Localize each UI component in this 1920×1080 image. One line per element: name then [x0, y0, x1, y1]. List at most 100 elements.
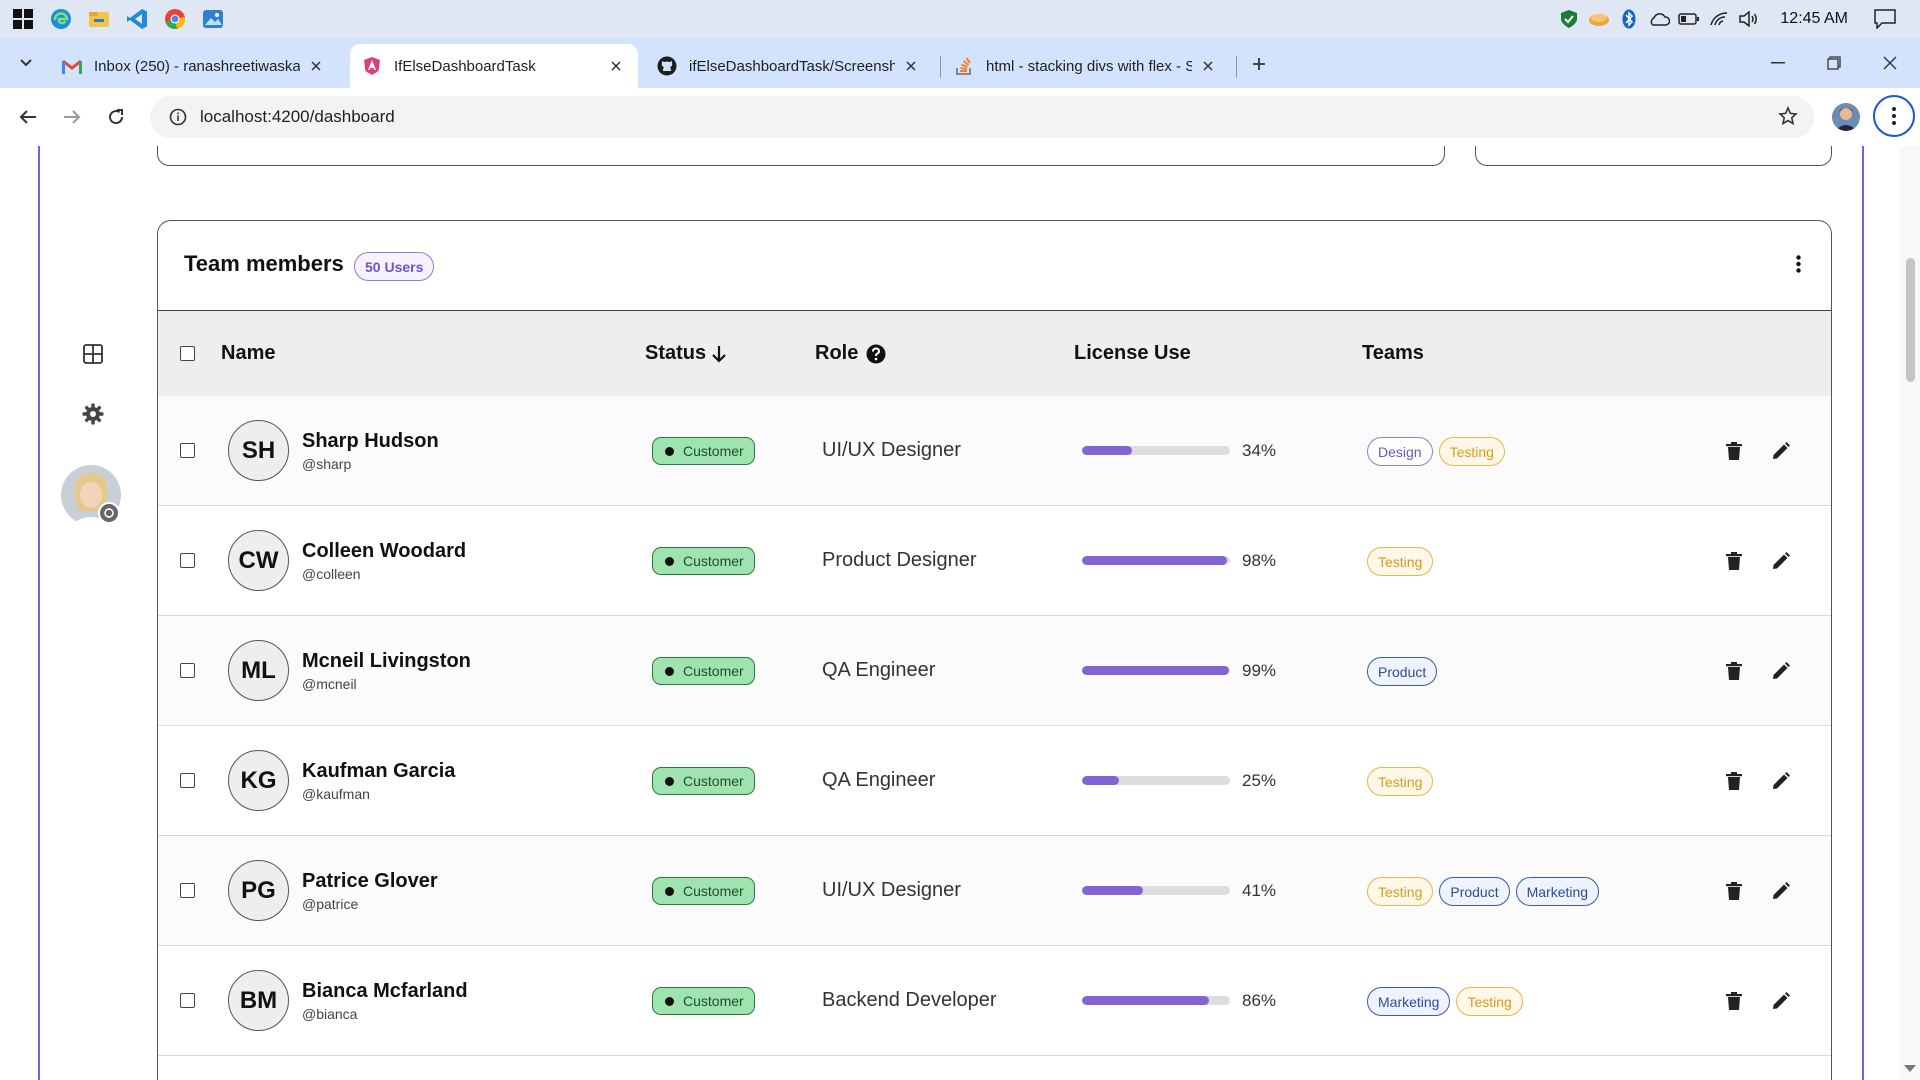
- browser-menu-button[interactable]: [1873, 95, 1915, 137]
- tab-stackoverflow[interactable]: html - stacking divs with flex - S: [942, 44, 1230, 88]
- bookmark-star-icon[interactable]: [1778, 106, 1798, 126]
- scroll-down-arrow-icon[interactable]: [1903, 1064, 1917, 1074]
- back-button[interactable]: [12, 101, 44, 133]
- row-checkbox[interactable]: [180, 993, 195, 1008]
- delete-trash-icon[interactable]: [1726, 662, 1742, 680]
- edit-pencil-icon[interactable]: [1772, 882, 1790, 900]
- table-row[interactable]: KG Kaufman Garcia @kaufman Customer QA Engin…: [158, 726, 1831, 836]
- team-chip-testing[interactable]: Testing: [1438, 437, 1505, 466]
- column-header-teams[interactable]: Teams: [1362, 342, 1424, 365]
- forward-button[interactable]: [56, 101, 88, 133]
- row-checkbox[interactable]: [180, 773, 195, 788]
- delete-trash-icon[interactable]: [1726, 772, 1742, 790]
- page-frame-border: [38, 146, 40, 1080]
- table-row[interactable]: CW Colleen Woodard @colleen Customer Product…: [158, 506, 1831, 616]
- settings-gear-icon[interactable]: [80, 401, 106, 427]
- weather-icon[interactable]: [1584, 0, 1614, 38]
- team-chip-marketing[interactable]: Marketing: [1367, 987, 1451, 1016]
- vscode-icon[interactable]: [118, 0, 156, 38]
- onedrive-cloud-icon[interactable]: [1644, 0, 1674, 38]
- new-tab-button[interactable]: [1245, 50, 1273, 78]
- delete-trash-icon[interactable]: [1726, 992, 1742, 1010]
- tab-ifelse-dashboard[interactable]: IfElseDashboardTask: [350, 44, 638, 88]
- member-handle: @colleen: [302, 566, 361, 582]
- minimize-button[interactable]: [1750, 38, 1806, 88]
- chrome-icon[interactable]: [156, 0, 194, 38]
- help-question-icon[interactable]: [866, 344, 886, 364]
- delete-trash-icon[interactable]: [1726, 442, 1742, 460]
- row-checkbox[interactable]: [180, 883, 195, 898]
- url-text[interactable]: localhost:4200/dashboard: [200, 107, 395, 127]
- address-bar[interactable]: localhost:4200/dashboard: [150, 96, 1814, 138]
- photos-icon[interactable]: [194, 0, 232, 38]
- close-icon[interactable]: [901, 56, 921, 76]
- tab-gmail[interactable]: Inbox (250) - ranashreetiwaskar: [50, 44, 338, 88]
- table-row[interactable]: SH Sharp Hudson @sharp Customer UI/UX Design…: [158, 396, 1831, 506]
- team-chip-testing[interactable]: Testing: [1456, 987, 1523, 1016]
- column-header-name[interactable]: Name: [221, 342, 275, 365]
- bluetooth-icon[interactable]: [1614, 0, 1644, 38]
- tab-search-button[interactable]: [10, 47, 42, 79]
- security-shield-icon[interactable]: [1554, 0, 1584, 38]
- close-icon[interactable]: [606, 56, 626, 76]
- team-chip-testing[interactable]: Testing: [1367, 767, 1434, 796]
- license-progress-bar: [1082, 776, 1230, 785]
- status-label: Customer: [683, 553, 744, 569]
- table-row[interactable]: PG Patrice Glover @patrice Customer UI/UX De…: [158, 836, 1831, 946]
- row-checkbox[interactable]: [180, 443, 195, 458]
- column-header-status[interactable]: Status: [645, 342, 726, 365]
- restore-button[interactable]: [1806, 38, 1862, 88]
- delete-trash-icon[interactable]: [1726, 552, 1742, 570]
- member-role: QA Engineer: [822, 659, 936, 681]
- delete-trash-icon[interactable]: [1726, 882, 1742, 900]
- edit-pencil-icon[interactable]: [1772, 772, 1790, 790]
- avatar: SH: [228, 420, 289, 481]
- site-info-icon[interactable]: [156, 108, 200, 126]
- battery-icon[interactable]: [1674, 0, 1704, 38]
- browser-profile-avatar[interactable]: [1832, 103, 1860, 131]
- column-label: License Use: [1074, 342, 1191, 364]
- edit-pencil-icon[interactable]: [1772, 992, 1790, 1010]
- team-chips: Product: [1367, 657, 1438, 686]
- close-icon[interactable]: [306, 56, 326, 76]
- avatar: ML: [228, 640, 289, 701]
- edit-pencil-icon[interactable]: [1772, 552, 1790, 570]
- select-all-checkbox[interactable]: [180, 346, 195, 361]
- volume-icon[interactable]: [1734, 0, 1764, 38]
- team-chip-product[interactable]: Product: [1367, 657, 1438, 686]
- dashboard-grid-icon[interactable]: [80, 341, 106, 367]
- edit-pencil-icon[interactable]: [1772, 442, 1790, 460]
- edit-pencil-icon[interactable]: [1772, 662, 1790, 680]
- column-header-license[interactable]: License Use: [1074, 342, 1191, 365]
- status-label: Customer: [683, 443, 744, 459]
- column-header-role[interactable]: Role: [815, 342, 886, 365]
- edge-icon[interactable]: [42, 0, 80, 38]
- team-chip-testing[interactable]: Testing: [1367, 547, 1434, 576]
- table-row[interactable]: BM Bianca Mcfarland @bianca Customer Backend…: [158, 946, 1831, 1056]
- windows-start-icon[interactable]: [4, 0, 42, 38]
- close-icon[interactable]: [1198, 56, 1218, 76]
- tab-github[interactable]: ifElseDashboardTask/Screensho: [645, 44, 933, 88]
- wifi-icon[interactable]: [1704, 0, 1734, 38]
- license-progress-fill: [1082, 556, 1228, 565]
- table-row[interactable]: ML Mcneil Livingston @mcneil Customer QA Eng…: [158, 616, 1831, 726]
- team-chip-design[interactable]: Design: [1367, 437, 1433, 466]
- team-chip-testing[interactable]: Testing: [1367, 877, 1434, 906]
- scrollbar-thumb[interactable]: [1906, 258, 1915, 382]
- team-chips: Testing Product Marketing: [1367, 877, 1600, 906]
- tab-separator: [1236, 56, 1237, 78]
- sort-arrow-down-icon[interactable]: [712, 345, 726, 363]
- team-chip-product[interactable]: Product: [1439, 877, 1510, 906]
- reload-button[interactable]: [100, 101, 132, 133]
- system-clock[interactable]: 12:45 AM: [1780, 10, 1848, 28]
- row-checkbox[interactable]: [180, 663, 195, 678]
- member-name: Patrice Glover: [302, 870, 438, 892]
- team-chip-marketing[interactable]: Marketing: [1515, 877, 1600, 906]
- member-handle: @sharp: [302, 456, 352, 472]
- status-label: Customer: [683, 663, 744, 679]
- more-options-icon[interactable]: [1796, 255, 1801, 273]
- notifications-icon[interactable]: [1870, 0, 1900, 38]
- file-explorer-icon[interactable]: [80, 0, 118, 38]
- close-window-button[interactable]: [1862, 38, 1918, 88]
- row-checkbox[interactable]: [180, 553, 195, 568]
